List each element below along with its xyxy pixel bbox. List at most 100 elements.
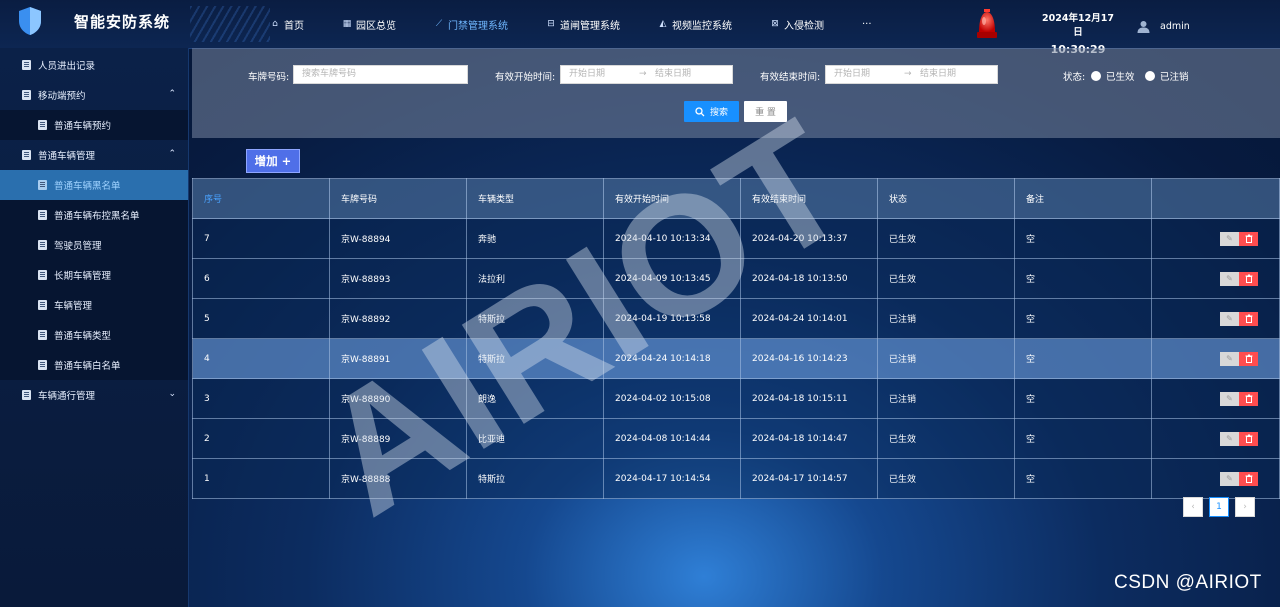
main-nav: ⌂ 首页 ▦ 园区总览 ⟋ 门禁管理系统 ⊟ 道闸管理系统 ◭ 视频监控系统 ⊠… xyxy=(270,0,910,48)
corner-source-label: CSDN @AIRIOT xyxy=(1114,572,1262,593)
table-cell: 2024-04-09 10:13:45 xyxy=(603,258,741,299)
table-cell: 空 xyxy=(1014,298,1152,339)
table-cell: 京W-88894 xyxy=(329,218,467,259)
status-radio-cancelled[interactable]: 已注销 xyxy=(1145,69,1189,83)
edit-icon[interactable]: ✎ xyxy=(1220,311,1239,326)
table-cell: 京W-88891 xyxy=(329,338,467,379)
row-actions: ✎ xyxy=(1163,391,1278,406)
edit-icon[interactable]: ✎ xyxy=(1220,431,1239,446)
page-1-button[interactable]: 1 xyxy=(1209,497,1229,517)
pagination: ‹ 1 › xyxy=(1183,497,1261,517)
table-cell: 已生效 xyxy=(877,218,1015,259)
table-row[interactable]: 7 京W-88894 奔驰 2024-04-10 10:13:34 2024-04-20… xyxy=(192,218,1280,259)
end-time-range-input[interactable]: 开始日期 → 结束日期 xyxy=(825,65,998,84)
table-cell: 2024-04-18 10:13:50 xyxy=(740,258,878,299)
plate-search-input[interactable]: 搜索车牌号码 xyxy=(293,65,468,84)
user-menu[interactable]: admin xyxy=(1137,20,1190,33)
nav-label: 视频监控系统 xyxy=(672,20,732,32)
sidebar-item-entry-records[interactable]: 人员进出记录 xyxy=(0,50,188,80)
sidebar-item-mobile-booking[interactable]: 移动端预约 ⌃ xyxy=(0,80,188,110)
delete-icon[interactable] xyxy=(1239,351,1258,366)
delete-icon[interactable] xyxy=(1239,311,1258,326)
column-header-plate: 车牌号码 xyxy=(329,178,467,219)
camera-icon: ◭ xyxy=(659,19,667,29)
username: admin xyxy=(1160,21,1190,32)
edit-icon[interactable]: ✎ xyxy=(1220,471,1239,486)
nav-access-control[interactable]: ⟋ 门禁管理系统 xyxy=(434,0,508,48)
nav-label: 门禁管理系统 xyxy=(448,20,508,32)
sidebar-item-vehicle-management[interactable]: 普通车辆管理 ⌃ xyxy=(0,140,188,170)
table-cell: 京W-88889 xyxy=(329,418,467,459)
intrusion-icon: ⊠ xyxy=(771,19,779,29)
alarm-light-icon[interactable] xyxy=(975,8,999,42)
sidebar: 人员进出记录 移动端预约 ⌃ 普通车辆预约 普通车辆管理 ⌃ 普通车辆黑名单 普… xyxy=(0,48,189,607)
table-cell: 2024-04-18 10:14:47 xyxy=(740,418,878,459)
edit-icon[interactable]: ✎ xyxy=(1220,271,1239,286)
column-header-index[interactable]: 序号 xyxy=(192,178,330,219)
end-time-label: 有效结束时间: xyxy=(760,72,821,83)
nav-barrier[interactable]: ⊟ 道闸管理系统 xyxy=(546,0,620,48)
start-time-range-input[interactable]: 开始日期 → 结束日期 xyxy=(560,65,733,84)
nav-park-overview[interactable]: ▦ 园区总览 xyxy=(342,0,396,48)
table-cell: 朗逸 xyxy=(466,378,604,419)
search-button[interactable]: 搜索 xyxy=(684,101,739,122)
table-cell: 4 xyxy=(192,338,330,379)
submenu-mobile-booking: 普通车辆预约 xyxy=(0,110,188,140)
sidebar-item-label: 驾驶员管理 xyxy=(54,241,102,252)
edit-icon[interactable]: ✎ xyxy=(1220,351,1239,366)
status-radio-active[interactable]: 已生效 xyxy=(1091,69,1135,83)
table-cell: 2 xyxy=(192,418,330,459)
grid-icon: ▦ xyxy=(342,19,352,29)
nav-home[interactable]: ⌂ 首页 xyxy=(270,0,304,48)
table-row[interactable]: 4 京W-88891 特斯拉 2024-04-24 10:14:18 2024-04-1… xyxy=(192,338,1280,379)
sidebar-item-driver-management[interactable]: 驾驶员管理 xyxy=(0,230,188,260)
sidebar-item-vehicle-blacklist[interactable]: 普通车辆黑名单 xyxy=(0,170,188,200)
submenu-vehicle-management: 普通车辆黑名单 普通车辆布控黑名单 驾驶员管理 长期车辆管理 车辆管理 普通车辆… xyxy=(0,170,188,380)
table-cell: 空 xyxy=(1014,378,1152,419)
nav-intrusion[interactable]: ⊠ 入侵检测 xyxy=(770,0,824,48)
actions-cell: ✎ xyxy=(1151,218,1280,259)
delete-icon[interactable] xyxy=(1239,391,1258,406)
delete-icon[interactable] xyxy=(1239,471,1258,486)
shield-logo-icon xyxy=(19,7,41,35)
document-icon xyxy=(38,210,47,220)
delete-icon[interactable] xyxy=(1239,271,1258,286)
table-row[interactable]: 5 京W-88892 特斯拉 2024-04-19 10:13:58 2024-04-2… xyxy=(192,298,1280,339)
table-row[interactable]: 3 京W-88890 朗逸 2024-04-02 10:15:08 2024-04-18… xyxy=(192,378,1280,419)
reset-button[interactable]: 重 置 xyxy=(744,101,787,122)
table-row[interactable]: 6 京W-88893 法拉利 2024-04-09 10:13:45 2024-04-1… xyxy=(192,258,1280,299)
table-row[interactable]: 2 京W-88889 比亚迪 2024-04-08 10:14:44 2024-04-1… xyxy=(192,418,1280,459)
sidebar-item-vehicles[interactable]: 车辆管理 xyxy=(0,290,188,320)
range-start-placeholder: 开始日期 xyxy=(834,69,871,79)
nav-label: 首页 xyxy=(284,20,304,32)
table-cell: 2024-04-19 10:13:58 xyxy=(603,298,741,339)
actions-cell: ✎ xyxy=(1151,418,1280,459)
edit-icon[interactable]: ✎ xyxy=(1220,231,1239,246)
user-avatar-icon xyxy=(1137,21,1150,33)
range-arrow-icon: → xyxy=(904,69,912,79)
table-cell: 京W-88892 xyxy=(329,298,467,339)
prev-page-button[interactable]: ‹ xyxy=(1183,497,1203,517)
delete-icon[interactable] xyxy=(1239,231,1258,246)
sidebar-item-label: 普通车辆预约 xyxy=(54,121,112,132)
sidebar-item-vehicle-types[interactable]: 普通车辆类型 xyxy=(0,320,188,350)
add-button[interactable]: 增加 + xyxy=(246,149,300,173)
sidebar-item-vehicle-passage[interactable]: 车辆通行管理 ⌄ xyxy=(0,380,188,410)
nav-video[interactable]: ◭ 视频监控系统 xyxy=(658,0,732,48)
nav-more[interactable]: ··· xyxy=(862,0,872,48)
radio-circle xyxy=(1091,71,1101,81)
sidebar-item-vehicle-whitelist[interactable]: 普通车辆白名单 xyxy=(0,350,188,380)
delete-icon[interactable] xyxy=(1239,431,1258,446)
door-icon: ⟋ xyxy=(435,19,443,29)
trash-icon xyxy=(1245,354,1252,363)
table-cell: 已生效 xyxy=(877,458,1015,499)
sidebar-item-vehicle-booking[interactable]: 普通车辆预约 xyxy=(0,110,188,140)
table-row[interactable]: 1 京W-88888 特斯拉 2024-04-17 10:14:54 2024-04-1… xyxy=(192,458,1280,499)
range-arrow-icon: → xyxy=(639,69,647,79)
edit-icon[interactable]: ✎ xyxy=(1220,391,1239,406)
sidebar-item-long-term-vehicles[interactable]: 长期车辆管理 xyxy=(0,260,188,290)
next-page-button[interactable]: › xyxy=(1235,497,1255,517)
table-cell: 特斯拉 xyxy=(466,458,604,499)
sidebar-item-vehicle-control-blacklist[interactable]: 普通车辆布控黑名单 xyxy=(0,200,188,230)
search-icon xyxy=(695,106,705,116)
